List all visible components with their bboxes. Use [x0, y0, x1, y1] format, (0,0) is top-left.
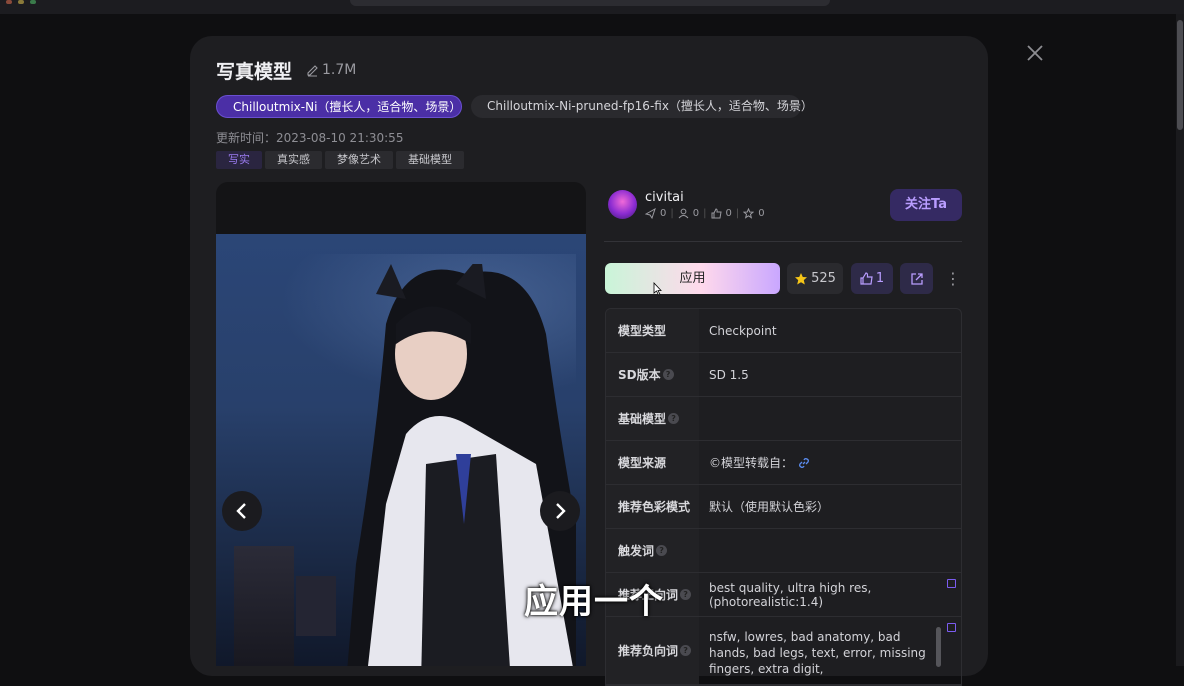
link-icon[interactable] [797, 456, 811, 470]
info-label-cell: 推荐负向词? [606, 617, 699, 684]
help-icon[interactable]: ? [668, 413, 680, 424]
separator: | [703, 208, 707, 219]
info-value [699, 397, 961, 440]
info-label-cell: 触发词? [606, 529, 699, 572]
image-building [234, 546, 294, 666]
info-row: 模型类型 Checkpoint [606, 309, 961, 353]
size-value: 1.7M [322, 62, 357, 78]
scrollbar-thumb[interactable] [1177, 20, 1183, 130]
star-icon [795, 272, 808, 284]
info-label: 基础模型 [618, 412, 667, 426]
author-stats: 0 | 0 | 0 | 0 [645, 208, 765, 219]
browser-chrome [0, 0, 1184, 14]
tag-item[interactable]: 梦像艺术 [325, 151, 393, 169]
info-value: SD 1.5 [709, 367, 749, 382]
stars-count: 0 [758, 208, 765, 219]
version-tab-chilloutmix-ni-pruned[interactable]: Chilloutmix-Ni-pruned-fp16-fix（擅长人，适合物、场… [471, 95, 813, 118]
chevron-right-icon [556, 503, 566, 519]
page-scrollbar[interactable] [1176, 14, 1184, 666]
info-value-cell: ©模型转载自： [699, 441, 961, 484]
close-icon[interactable] [1024, 42, 1046, 64]
like-button[interactable]: 1 [851, 263, 893, 294]
model-size: 1.7M [306, 62, 356, 78]
author-name[interactable]: civitai [645, 190, 684, 205]
copy-icon[interactable] [947, 623, 956, 632]
likes-count: 0 [725, 208, 732, 219]
info-value: Checkpoint [709, 323, 777, 338]
image-building [296, 576, 336, 636]
user-icon [678, 208, 689, 219]
info-value [699, 529, 961, 572]
star-count: 525 [811, 271, 836, 286]
info-row: 模型来源 ©模型转载自： [606, 441, 961, 485]
video-caption: 应用一个 [524, 582, 664, 622]
info-label-cell: SD版本? [606, 353, 699, 396]
help-icon[interactable]: ? [656, 545, 668, 556]
info-label: SD版本 [618, 368, 661, 382]
model-info-table: 模型类型 Checkpoint SD版本? SD 1.5 基础模型? 模型来源 … [605, 308, 962, 686]
info-label: 推荐负向词 [618, 644, 679, 658]
star-button[interactable]: 525 [787, 263, 843, 294]
info-value: 默认（使用默认色彩） [709, 500, 830, 514]
info-row: SD版本? SD 1.5 [606, 353, 961, 397]
tag-item[interactable]: 写实 [216, 151, 262, 169]
updated-time: 更新时间：2023-08-10 21:30:55 [216, 131, 404, 145]
window-dot [18, 0, 24, 4]
help-icon[interactable]: ? [680, 645, 692, 656]
next-image-button[interactable] [540, 491, 580, 531]
followers-count: 0 [692, 208, 700, 219]
info-value: nsfw, lowres, bad anatomy, bad hands, ba… [709, 630, 926, 676]
info-label: 模型类型 [606, 309, 699, 352]
share-button[interactable] [900, 263, 933, 294]
apply-button[interactable]: 应用 [605, 263, 780, 294]
info-value: ©模型转载自： [709, 456, 794, 470]
divider [604, 241, 962, 242]
info-label: 模型来源 [606, 441, 699, 484]
tag-list: 写实 真实感 梦像艺术 基础模型 [216, 151, 464, 169]
info-row: 推荐负向词? nsfw, lowres, bad anatomy, bad ha… [606, 617, 961, 685]
chevron-left-icon [236, 503, 246, 519]
tag-item[interactable]: 真实感 [265, 151, 322, 169]
follow-button[interactable]: 关注Ta [890, 189, 962, 221]
mouse-cursor-icon [653, 282, 662, 296]
page-title: 写真模型 [216, 61, 293, 83]
thumb-up-icon [711, 208, 722, 219]
shares-count: 0 [660, 208, 667, 219]
info-value-cell: nsfw, lowres, bad anatomy, bad hands, ba… [699, 617, 961, 684]
info-row: 基础模型? [606, 397, 961, 441]
prev-image-button[interactable] [222, 491, 262, 531]
window-dot [30, 0, 36, 4]
info-value: best quality, ultra high res, (photoreal… [709, 580, 872, 609]
more-options-icon[interactable]: ⋮ [945, 269, 961, 289]
info-row: 推荐色彩模式 默认（使用默认色彩） [606, 485, 961, 529]
help-icon[interactable]: ? [680, 589, 692, 600]
info-row: 触发词? [606, 529, 961, 573]
author-avatar[interactable] [608, 190, 637, 219]
version-tab-chilloutmix-ni[interactable]: Chilloutmix-Ni（擅长人，适合物、场景） [216, 95, 462, 118]
share-icon [645, 208, 656, 219]
share-out-icon [910, 272, 923, 285]
separator: | [670, 208, 674, 219]
info-label: 触发词 [618, 544, 655, 558]
star-outline-icon [743, 208, 755, 219]
window-dot [6, 0, 12, 4]
textarea-scrollbar[interactable] [936, 627, 941, 667]
separator: | [735, 208, 740, 219]
copy-icon[interactable] [947, 579, 956, 588]
address-bar[interactable] [350, 0, 830, 6]
edit-icon [307, 64, 318, 77]
like-count: 1 [875, 271, 885, 286]
info-label: 推荐色彩模式 [606, 485, 699, 528]
info-value-cell: best quality, ultra high res, (photoreal… [699, 573, 961, 616]
tag-item[interactable]: 基础模型 [396, 151, 464, 169]
info-label-cell: 基础模型? [606, 397, 699, 440]
help-icon[interactable]: ? [662, 369, 674, 380]
thumb-up-icon [860, 272, 873, 285]
